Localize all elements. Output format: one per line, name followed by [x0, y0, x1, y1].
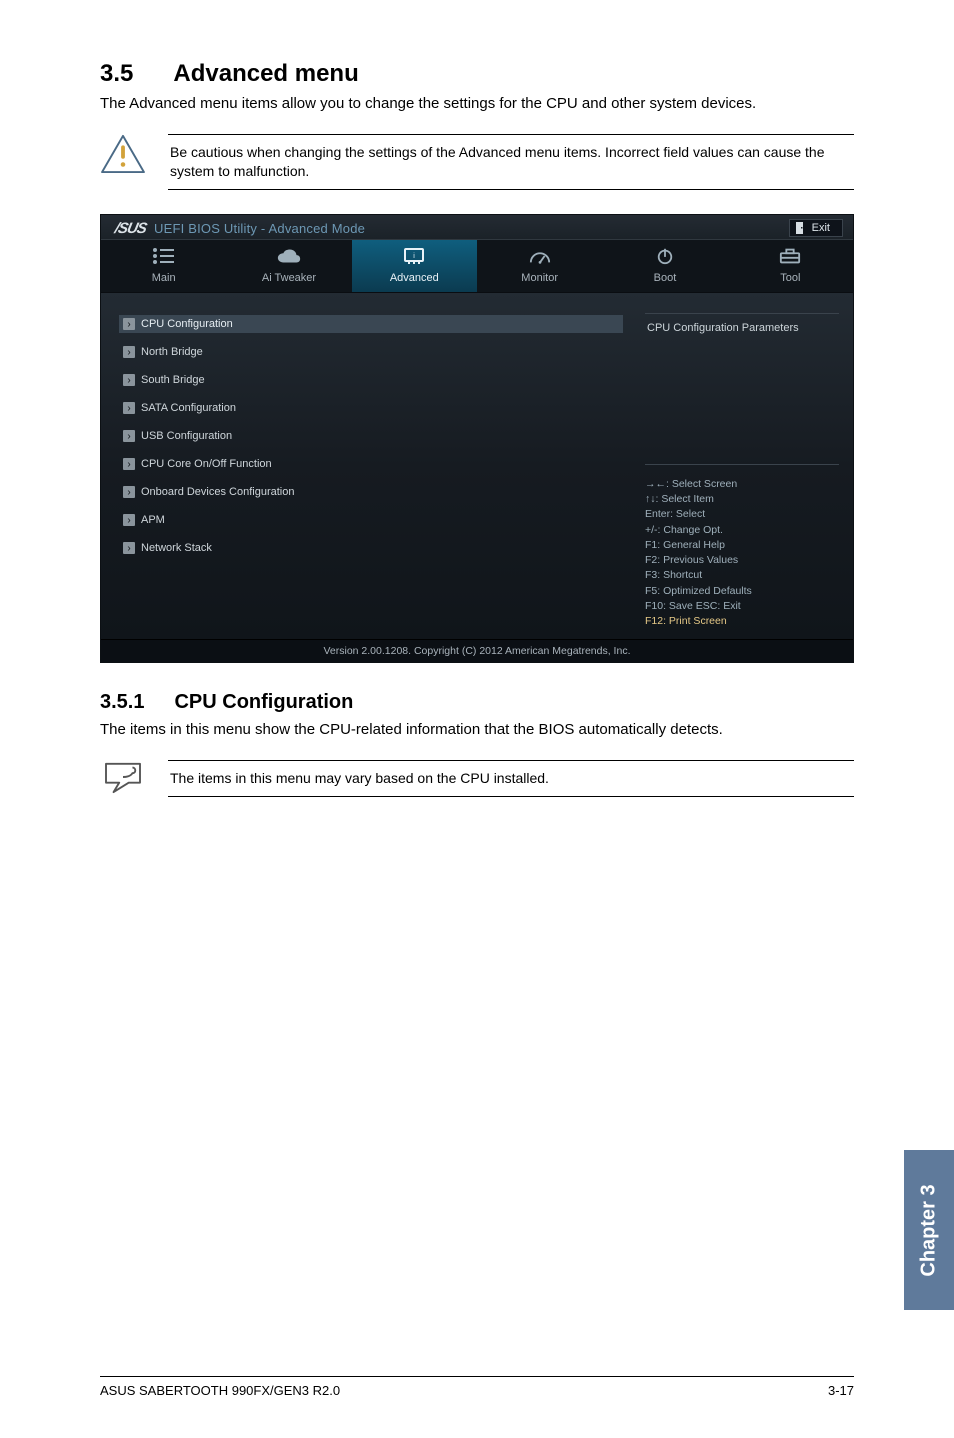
help-shortcuts: →←: Select Screen ↑↓: Select Item Enter:…	[645, 475, 839, 629]
chevron-right-icon: ›	[123, 430, 135, 442]
tab-tool[interactable]: Tool	[728, 240, 853, 292]
tab-label: Advanced	[352, 272, 477, 284]
menu-label: CPU Configuration	[141, 318, 233, 330]
menu-item-south-bridge[interactable]: › South Bridge	[119, 371, 623, 389]
menu-label: South Bridge	[141, 374, 205, 386]
tab-label: Tool	[728, 272, 853, 284]
tab-label: Main	[101, 272, 226, 284]
chapter-tab-label: Chapter 3	[918, 1184, 941, 1276]
menu-item-apm[interactable]: › APM	[119, 511, 623, 529]
chevron-right-icon: ›	[123, 346, 135, 358]
help-line: F10: Save ESC: Exit	[645, 599, 839, 614]
right-help-title: CPU Configuration Parameters	[645, 313, 839, 465]
caution-note: Be cautious when changing the settings o…	[100, 134, 854, 190]
gauge-icon	[529, 247, 551, 268]
tab-boot[interactable]: Boot	[602, 240, 727, 292]
help-line: F1: General Help	[645, 538, 839, 553]
bios-footer: Version 2.00.1208. Copyright (C) 2012 Am…	[101, 639, 853, 662]
footer-product: ASUS SABERTOOTH 990FX/GEN3 R2.0	[100, 1383, 340, 1398]
menu-item-cpu-core-onoff[interactable]: › CPU Core On/Off Function	[119, 455, 623, 473]
section-intro: The Advanced menu items allow you to cha…	[100, 94, 854, 114]
tab-advanced[interactable]: i Advanced	[352, 240, 477, 292]
bios-tab-row: Main Ai Tweaker i Advanced Monitor	[101, 239, 853, 293]
bios-utility-title: UEFI BIOS Utility - Advanced Mode	[154, 221, 365, 236]
subsection-title: CPU Configuration	[174, 691, 353, 714]
chip-icon: i	[403, 247, 425, 268]
menu-item-usb-configuration[interactable]: › USB Configuration	[119, 427, 623, 445]
menu-item-network-stack[interactable]: › Network Stack	[119, 539, 623, 557]
menu-label: CPU Core On/Off Function	[141, 458, 272, 470]
menu-label: SATA Configuration	[141, 402, 236, 414]
toolbox-icon	[779, 247, 801, 268]
help-line: F12: Print Screen	[645, 614, 839, 629]
list-icon	[152, 247, 176, 268]
tab-label: Boot	[602, 272, 727, 284]
chevron-right-icon: ›	[123, 318, 135, 330]
subsection-number: 3.5.1	[100, 691, 144, 714]
menu-label: North Bridge	[141, 346, 203, 358]
tab-label: Monitor	[477, 272, 602, 284]
help-line: Enter: Select	[645, 507, 839, 522]
chevron-right-icon: ›	[123, 374, 135, 386]
help-line: +/-: Change Opt.	[645, 523, 839, 538]
info-text: The items in this menu may vary based on…	[168, 760, 854, 797]
tab-ai-tweaker[interactable]: Ai Tweaker	[226, 240, 351, 292]
menu-label: Onboard Devices Configuration	[141, 486, 294, 498]
help-line: F2: Previous Values	[645, 553, 839, 568]
menu-item-north-bridge[interactable]: › North Bridge	[119, 343, 623, 361]
section-title: Advanced menu	[173, 60, 358, 88]
subsection-intro: The items in this menu show the CPU-rela…	[100, 720, 854, 740]
power-icon	[656, 247, 674, 268]
caution-icon	[100, 134, 146, 174]
section-number: 3.5	[100, 60, 133, 88]
menu-item-onboard-devices[interactable]: › Onboard Devices Configuration	[119, 483, 623, 501]
svg-text:i: i	[414, 253, 416, 260]
chapter-side-tab: Chapter 3	[904, 1150, 954, 1310]
cloud-icon	[276, 247, 302, 268]
chevron-right-icon: ›	[123, 402, 135, 414]
caution-text: Be cautious when changing the settings o…	[168, 134, 854, 190]
footer-page-number: 3-17	[828, 1383, 854, 1398]
help-line: F3: Shortcut	[645, 568, 839, 583]
help-line: →←: Select Screen	[645, 477, 839, 492]
asus-logo: /SUS	[113, 220, 148, 237]
chevron-right-icon: ›	[123, 458, 135, 470]
note-icon	[100, 760, 146, 794]
chevron-right-icon: ›	[123, 542, 135, 554]
menu-label: Network Stack	[141, 542, 212, 554]
chevron-right-icon: ›	[123, 514, 135, 526]
exit-label: Exit	[812, 222, 830, 234]
menu-item-cpu-configuration[interactable]: › CPU Configuration	[119, 315, 623, 333]
tab-main[interactable]: Main	[101, 240, 226, 292]
info-note: The items in this menu may vary based on…	[100, 760, 854, 797]
help-line: F5: Optimized Defaults	[645, 584, 839, 599]
tab-monitor[interactable]: Monitor	[477, 240, 602, 292]
help-line: ↑↓: Select Item	[645, 492, 839, 507]
menu-label: APM	[141, 514, 165, 526]
menu-item-sata-configuration[interactable]: › SATA Configuration	[119, 399, 623, 417]
bios-screenshot: /SUS UEFI BIOS Utility - Advanced Mode E…	[100, 214, 854, 663]
menu-label: USB Configuration	[141, 430, 232, 442]
chevron-right-icon: ›	[123, 486, 135, 498]
tab-label: Ai Tweaker	[226, 272, 351, 284]
exit-icon	[796, 222, 806, 234]
exit-button[interactable]: Exit	[789, 219, 843, 237]
